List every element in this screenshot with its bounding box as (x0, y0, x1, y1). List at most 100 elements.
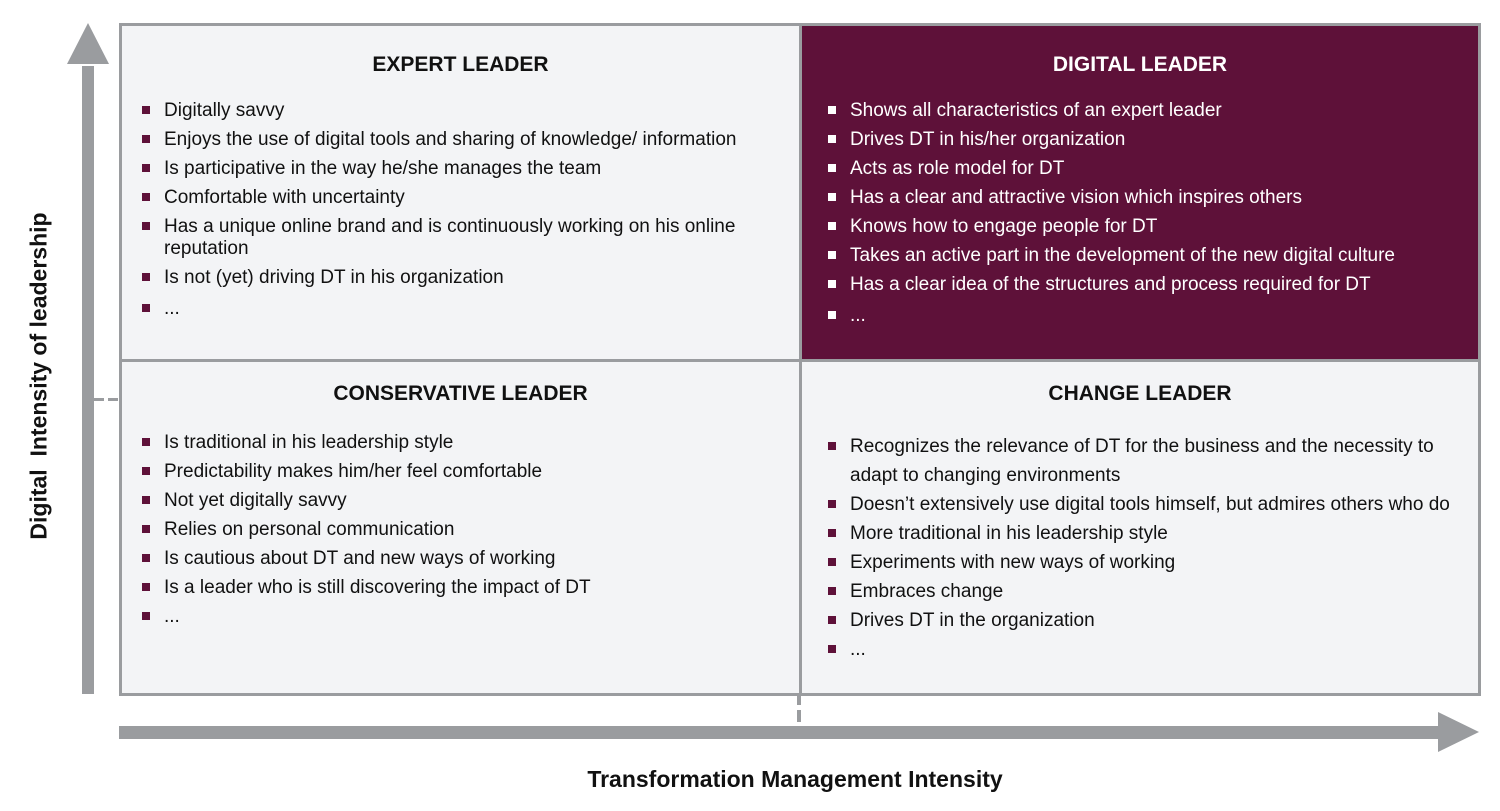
square-bullet-icon (142, 583, 150, 591)
list-item: Comfortable with uncertainty (142, 187, 762, 209)
square-bullet-icon (828, 193, 836, 201)
horizontal-divider (122, 359, 1478, 362)
square-bullet-icon (828, 587, 836, 595)
list-item: Doesn’t extensively use digital tools hi… (828, 490, 1468, 519)
list-item: Is cautious about DT and new ways of wor… (142, 548, 762, 570)
list-item: ... (142, 606, 762, 628)
square-bullet-icon (142, 525, 150, 533)
characteristics-list: Recognizes the relevance of DT for the b… (828, 432, 1468, 664)
square-bullet-icon (142, 304, 150, 312)
list-item-text: Comfortable with uncertainty (164, 187, 405, 208)
list-item: Is participative in the way he/she manag… (142, 158, 762, 180)
square-bullet-icon (142, 273, 150, 281)
list-item: Has a unique online brand and is continu… (142, 216, 762, 260)
list-item-text: Relies on personal communication (164, 519, 455, 540)
list-item: ... (142, 298, 762, 320)
quadrant-matrix: EXPERT LEADER Digitally savvy Enjoys the … (119, 23, 1481, 696)
list-item: Enjoys the use of digital tools and shar… (142, 129, 762, 151)
quadrant-conservative-leader: CONSERVATIVE LEADER Is traditional in hi… (122, 362, 799, 693)
characteristics-list: Is traditional in his leadership style Pr… (142, 432, 762, 635)
square-bullet-icon (828, 106, 836, 114)
square-bullet-icon (142, 554, 150, 562)
square-bullet-icon (828, 164, 836, 172)
list-item: ... (828, 305, 1468, 327)
list-item-text: Enjoys the use of digital tools and shar… (164, 129, 737, 150)
list-item-text: ... (850, 305, 866, 326)
square-bullet-icon (142, 438, 150, 446)
list-item: Recognizes the relevance of DT for the b… (828, 432, 1468, 490)
square-bullet-icon (142, 164, 150, 172)
list-item: Is a leader who is still discovering the… (142, 577, 762, 599)
list-item: ... (828, 635, 1468, 664)
square-bullet-icon (828, 616, 836, 624)
square-bullet-icon (142, 135, 150, 143)
list-item: Shows all characteristics of an expert l… (828, 100, 1468, 122)
list-item-text: Is a leader who is still discovering the… (164, 577, 591, 598)
list-item: Predictability makes him/her feel comfor… (142, 461, 762, 483)
square-bullet-icon (828, 442, 836, 450)
quadrant-change-leader: CHANGE LEADER Recognizes the relevance o… (802, 362, 1478, 693)
square-bullet-icon (828, 645, 836, 653)
list-item: Embraces change (828, 577, 1468, 606)
quadrant-title: EXPERT LEADER (372, 53, 549, 76)
x-axis-label: Transformation Management Intensity (587, 766, 1003, 792)
list-item-text: Takes an active part in the development … (850, 245, 1395, 266)
x-axis-arrowhead-icon (1438, 712, 1479, 752)
list-item-text: Not yet digitally savvy (164, 490, 347, 511)
list-item: Acts as role model for DT (828, 158, 1468, 180)
y-axis-arrowhead-icon (67, 23, 109, 64)
square-bullet-icon (828, 135, 836, 143)
list-item-text: Acts as role model for DT (850, 158, 1065, 179)
list-item-text: Digitally savvy (164, 100, 285, 121)
list-item-text: Has a clear and attractive vision which … (850, 187, 1302, 208)
square-bullet-icon (142, 496, 150, 504)
square-bullet-icon (828, 500, 836, 508)
list-item: Relies on personal communication (142, 519, 762, 541)
x-axis-arrow (119, 726, 1441, 739)
square-bullet-icon (142, 467, 150, 475)
y-axis-label: Digital Intensity of leadership (25, 212, 52, 540)
list-item-text: Knows how to engage people for DT (850, 216, 1158, 237)
square-bullet-icon (142, 222, 150, 230)
list-item-text: Embraces change (850, 581, 1004, 602)
list-item: Drives DT in the organization (828, 606, 1468, 635)
quadrant-title: CHANGE LEADER (1048, 382, 1232, 405)
list-item-text: ... (164, 606, 180, 627)
quadrant-digital-leader: DIGITAL LEADER Shows all characteristics… (802, 26, 1478, 359)
square-bullet-icon (828, 251, 836, 259)
characteristics-list: Shows all characteristics of an expert l… (828, 100, 1468, 334)
square-bullet-icon (828, 529, 836, 537)
square-bullet-icon (142, 106, 150, 114)
square-bullet-icon (828, 558, 836, 566)
list-item-text: Doesn’t extensively use digital tools hi… (850, 494, 1450, 515)
quadrant-title: CONSERVATIVE LEADER (333, 382, 588, 405)
list-item: Has a clear idea of the structures and p… (828, 274, 1468, 296)
list-item-text: Has a clear idea of the structures and p… (850, 274, 1371, 295)
list-item: More traditional in his leadership style (828, 519, 1468, 548)
y-axis-arrow (82, 66, 94, 694)
list-item-text: ... (850, 639, 866, 660)
list-item: Has a clear and attractive vision which … (828, 187, 1468, 209)
list-item-text: Is cautious about DT and new ways of wor… (164, 548, 556, 569)
list-item: Digitally savvy (142, 100, 762, 122)
list-item-text: Is not (yet) driving DT in his organizat… (164, 267, 504, 288)
list-item-text: Shows all characteristics of an expert l… (850, 100, 1222, 121)
square-bullet-icon (828, 311, 836, 319)
list-item-text: Has a unique online brand and is continu… (164, 216, 736, 259)
list-item: Drives DT in his/her organization (828, 129, 1468, 151)
list-item-text: Drives DT in his/her organization (850, 129, 1126, 150)
list-item-text: Experiments with new ways of working (850, 552, 1176, 573)
square-bullet-icon (142, 612, 150, 620)
x-axis-midpoint-dash (797, 693, 801, 726)
list-item: Is traditional in his leadership style (142, 432, 762, 454)
square-bullet-icon (828, 280, 836, 288)
list-item: Takes an active part in the development … (828, 245, 1468, 267)
square-bullet-icon (142, 193, 150, 201)
list-item-text: Predictability makes him/her feel comfor… (164, 461, 543, 482)
list-item-text: Is participative in the way he/she manag… (164, 158, 602, 179)
y-axis-midpoint-dash (94, 398, 119, 401)
list-item: Not yet digitally savvy (142, 490, 762, 512)
quadrant-expert-leader: EXPERT LEADER Digitally savvy Enjoys the … (122, 26, 799, 359)
list-item-text: Drives DT in the organization (850, 610, 1095, 631)
list-item: Experiments with new ways of working (828, 548, 1468, 577)
